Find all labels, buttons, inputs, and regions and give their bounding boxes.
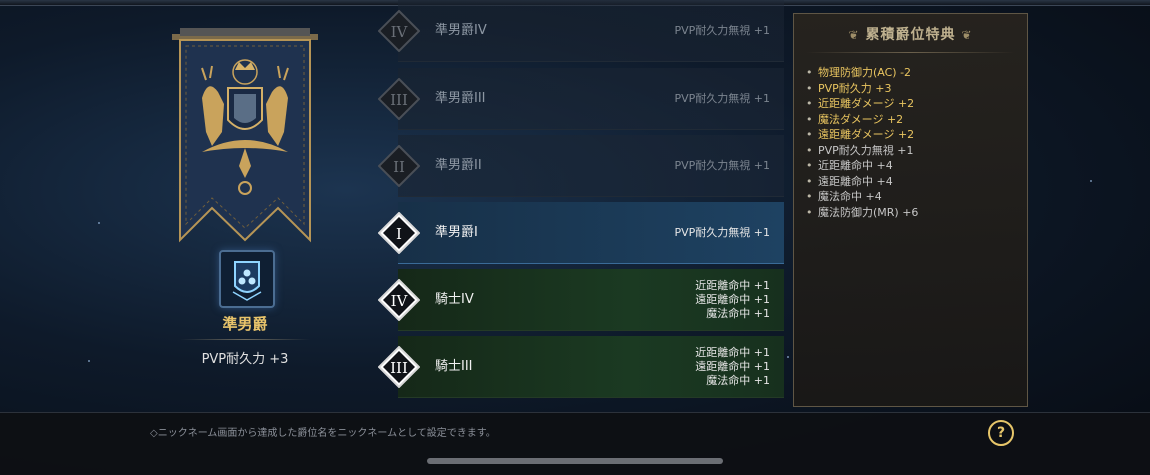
rank-diamond-icon: II <box>377 144 421 188</box>
sparkle <box>98 222 100 224</box>
effect-line: 魔法命中 +1 <box>706 307 770 320</box>
effect-line: 近距離命中 +1 <box>695 346 770 359</box>
help-button[interactable]: ? <box>988 420 1014 446</box>
rank-title: 準男爵IV <box>435 23 487 38</box>
svg-text:II: II <box>393 158 405 176</box>
svg-text:III: III <box>390 359 408 377</box>
divider <box>180 339 310 340</box>
benefit-item: • PVP耐久力無視 +1 <box>806 143 914 157</box>
laurel-left-icon: ❦ <box>848 28 860 42</box>
effect-line: PVP耐久力無視 +1 <box>674 24 770 37</box>
rank-info-panel: 準男爵 PVP耐久力 +3 <box>150 8 340 378</box>
svg-text:I: I <box>396 225 402 243</box>
rank-row[interactable]: III 準男爵III PVP耐久力無視 +1 <box>370 68 784 130</box>
rank-title: 準男爵III <box>435 91 486 106</box>
rank-diamond-icon: III <box>377 77 421 121</box>
rank-diamond-icon: III <box>377 345 421 389</box>
benefit-item: • 近距離命中 +4 <box>806 159 893 172</box>
panel-title-text: 累積爵位特典 <box>865 27 956 43</box>
rank-list[interactable]: IV 準男爵IV PVP耐久力無視 +1 III 準男爵III PVP耐久力無視… <box>370 0 784 408</box>
benefit-item: • 遠距離ダメージ +2 <box>806 128 915 141</box>
divider <box>806 52 1015 53</box>
rank-row[interactable]: III 騎士III 近距離命中 +1 遠距離命中 +1 魔法命中 +1 <box>370 336 784 398</box>
effect-line: 魔法命中 +1 <box>706 374 770 387</box>
benefit-item: • PVP耐久力 +3 <box>806 81 892 95</box>
effect-line: PVP耐久力無視 +1 <box>674 226 770 239</box>
laurel-right-icon: ❦ <box>961 28 973 42</box>
sparkle <box>88 360 90 362</box>
benefit-item: • 近距離ダメージ +2 <box>806 97 915 110</box>
rank-row[interactable]: IV 準男爵IV PVP耐久力無視 +1 <box>370 0 784 62</box>
effect-line: 遠距離命中 +1 <box>695 360 770 373</box>
effect-line: 近距離命中 +1 <box>695 279 770 292</box>
heraldic-banner-icon <box>166 28 324 248</box>
rank-row-current[interactable]: I 準男爵I PVP耐久力無視 +1 <box>370 202 784 264</box>
rank-row[interactable]: IV 騎士IV 近距離命中 +1 遠距離命中 +1 魔法命中 +1 <box>370 269 784 331</box>
rank-effects: PVP耐久力無視 +1 <box>674 202 770 264</box>
rank-title: 準男爵II <box>435 158 482 173</box>
benefit-item: • 魔法ダメージ +2 <box>806 112 904 126</box>
benefit-item: • 魔法命中 +4 <box>806 190 882 203</box>
effect-line: PVP耐久力無視 +1 <box>674 159 770 172</box>
current-rank-bonus: PVP耐久力 +3 <box>201 352 289 367</box>
benefit-item: • 物理防御力(AC) -2 <box>806 66 912 79</box>
rank-diamond-icon: IV <box>377 278 421 322</box>
effect-line: 遠距離命中 +1 <box>695 293 770 306</box>
shield-dots-icon <box>219 250 275 308</box>
rank-title: 騎士IV <box>435 292 474 307</box>
sparkle <box>787 356 789 358</box>
nickname-hint: ◇ニックネーム画面から達成した爵位名をニックネームとして設定できます。 <box>150 428 496 439</box>
current-rank-name: 準男爵 <box>222 315 268 333</box>
rank-diamond-icon: IV <box>377 9 421 53</box>
rank-title: 準男爵I <box>435 225 478 240</box>
svg-text:III: III <box>390 91 408 109</box>
cumulative-benefits-panel: ❦ 累積爵位特典 ❦ • 物理防御力(AC) -2 • PVP耐久力 +3 • 近距離ダメ… <box>793 13 1028 407</box>
benefit-item: • 遠距離命中 +4 <box>806 174 893 188</box>
panel-title: ❦ 累積爵位特典 ❦ <box>794 24 1027 44</box>
rank-title: 騎士III <box>435 359 473 374</box>
svg-text:IV: IV <box>391 23 409 41</box>
footer-bar: ◇ニックネーム画面から達成した爵位名をニックネームとして設定できます。 ? <box>0 412 1150 475</box>
rank-effects: 近距離命中 +1 遠距離命中 +1 魔法命中 +1 <box>695 269 770 331</box>
rank-row[interactable]: II 準男爵II PVP耐久力無視 +1 <box>370 135 784 197</box>
benefit-item: • 魔法防御力(MR) +6 <box>806 205 919 219</box>
sparkle <box>1090 180 1092 182</box>
rank-effects: 近距離命中 +1 遠距離命中 +1 魔法命中 +1 <box>695 336 770 398</box>
benefit-list: • 物理防御力(AC) -2 • PVP耐久力 +3 • 近距離ダメージ +2 • 魔法… <box>806 65 1021 220</box>
rank-effects: PVP耐久力無視 +1 <box>674 0 770 62</box>
rank-effects: PVP耐久力無視 +1 <box>674 135 770 197</box>
home-indicator[interactable] <box>427 458 723 464</box>
rank-effects: PVP耐久力無視 +1 <box>674 68 770 130</box>
rank-diamond-icon: I <box>377 211 421 255</box>
svg-text:IV: IV <box>391 292 409 310</box>
effect-line: PVP耐久力無視 +1 <box>674 92 770 105</box>
